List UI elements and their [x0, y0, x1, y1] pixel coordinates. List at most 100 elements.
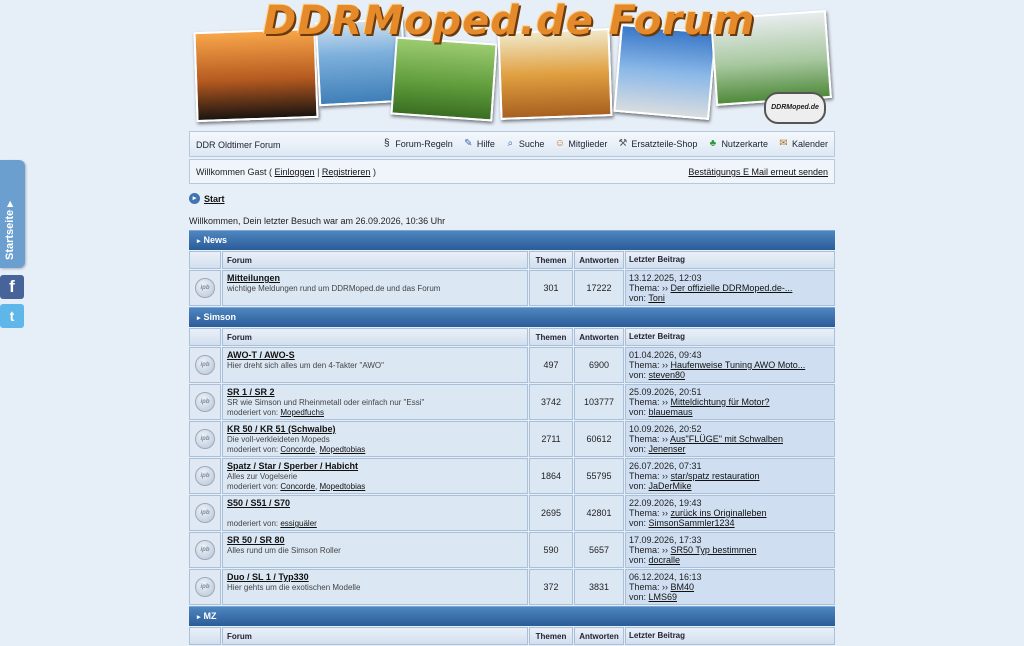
header-replies: Antworten — [574, 251, 624, 269]
forum-name-link[interactable]: S50 / S51 / S70 — [227, 498, 523, 509]
header-replies: Antworten — [574, 627, 624, 645]
category-title[interactable]: News — [204, 235, 228, 245]
nav-hilfe[interactable]: ✎ Hilfe — [463, 138, 495, 149]
site-name[interactable]: DDR Oldtimer Forum — [196, 140, 281, 150]
category-bar-simson[interactable]: ▸ Simson — [189, 307, 835, 327]
nav-ersatzteile-shop[interactable]: ⚒ Ersatzteile-Shop — [617, 138, 697, 149]
last-visit-text: Willkommen, Dein letzter Besuch war am 2… — [189, 216, 446, 226]
last-post-cell: 06.12.2024, 16:13 Thema: ›› BM40 von: LMS6… — [625, 569, 835, 605]
forum-row: ipb KR 50 / KR 51 (Schwalbe) Die voll-verk… — [189, 421, 835, 457]
header-topics: Themen — [529, 627, 573, 645]
last-post-user-link[interactable]: SimsonSammler1234 — [649, 518, 735, 528]
category-title[interactable]: Simson — [204, 312, 237, 322]
nav-label: Kalender — [791, 138, 828, 149]
last-post-cell: 10.09.2026, 20:52 Thema: ›› Aus"FLÜGE" mi… — [625, 421, 835, 457]
forum-row: ipb Mitteilungen wichtige Meldungen rund u… — [189, 270, 835, 306]
banner-logo: DDRMoped.de — [764, 92, 826, 124]
forum-description: Alles rund um die Simson Roller — [227, 546, 341, 555]
last-post-user-link[interactable]: Toni — [648, 293, 665, 303]
last-post-user-link[interactable]: steven80 — [649, 370, 686, 380]
last-post-thread-link[interactable]: zurück ins Originalleben — [671, 508, 767, 518]
moderator-link[interactable]: Mopedtobias — [320, 445, 366, 454]
last-post-user-link[interactable]: JaDerMike — [649, 481, 692, 491]
forum-row: ipb AWO-T / AWO-S Hier dreht sich alles um… — [189, 347, 835, 383]
forum-name-link[interactable]: Spatz / Star / Sperber / Habicht — [227, 461, 523, 472]
last-post-author: von: steven80 — [629, 370, 831, 380]
forum-topic-count: 301 — [529, 270, 573, 306]
last-post-thread: Thema: ›› SR50 Typ bestimmen — [629, 545, 831, 555]
thema-label: Thema: — [629, 508, 663, 518]
forum-topic-count: 1864 — [529, 458, 573, 494]
moderator-link[interactable]: Concorde — [280, 482, 315, 491]
separator: | — [314, 167, 322, 177]
facebook-icon[interactable]: f — [0, 275, 24, 299]
header-topics: Themen — [529, 328, 573, 346]
last-post-user-link[interactable]: blauemaus — [649, 407, 693, 417]
last-post-thread-link[interactable]: SR50 Typ bestimmen — [671, 545, 757, 555]
last-post-thread-link[interactable]: BM40 — [671, 582, 695, 592]
breadcrumb-start[interactable]: Start — [204, 194, 225, 204]
ipb-forum-icon: ipb — [195, 429, 215, 449]
startseite-side-tab[interactable]: Startseite ▸ — [0, 160, 25, 268]
nav-nutzerkarte[interactable]: ♣ Nutzerkarte — [707, 138, 768, 149]
forum-name-link[interactable]: SR 50 / SR 80 — [227, 535, 523, 546]
forum-topic-count: 2695 — [529, 495, 573, 531]
last-post-author: von: Jenenser — [629, 444, 831, 454]
nav-mitglieder[interactable]: ☺ Mitglieder — [554, 138, 608, 149]
resend-confirmation-link[interactable]: Bestätigungs E Mail erneut senden — [688, 167, 828, 177]
twitter-icon[interactable]: t — [0, 304, 24, 328]
forum-topic-count: 590 — [529, 532, 573, 568]
forum-name-link[interactable]: Mitteilungen — [227, 273, 523, 284]
von-label: von: — [629, 293, 649, 303]
last-post-cell: 17.09.2026, 17:33 Thema: ›› SR50 Typ best… — [625, 532, 835, 568]
forum-moderators: moderiert von: Concorde, Mopedtobias — [227, 482, 523, 492]
moderator-link[interactable]: essiguäler — [280, 519, 316, 528]
forum-name-link[interactable]: AWO-T / AWO-S — [227, 350, 523, 361]
last-post-thread-link[interactable]: star/spatz restauration — [671, 471, 760, 481]
goto-arrow-icon: ›› — [662, 434, 671, 444]
last-post-user-link[interactable]: LMS69 — [649, 592, 678, 602]
nav-kalender[interactable]: ✉ Kalender — [778, 138, 828, 149]
header-forum: Forum — [222, 627, 528, 645]
forum-name-link[interactable]: SR 1 / SR 2 — [227, 387, 523, 398]
last-post-user-link[interactable]: Jenenser — [649, 444, 686, 454]
forum-description: SR wie Simson und Rheinmetall oder einfa… — [227, 398, 425, 407]
last-post-cell: 22.09.2026, 19:43 Thema: ›› zurück ins Or… — [625, 495, 835, 531]
last-post-thread-link[interactable]: Der offizielle DDRMoped.de-... — [671, 283, 793, 293]
moderator-link[interactable]: Mopedtobias — [320, 482, 366, 491]
category-title[interactable]: MZ — [204, 611, 217, 621]
forum-row: ipb SR 1 / SR 2 SR wie Simson und Rheinmet… — [189, 384, 835, 420]
nav-forum-regeln[interactable]: § Forum-Regeln — [381, 138, 453, 149]
forum-name-link[interactable]: Duo / SL 1 / Typ330 — [227, 572, 523, 583]
last-post-thread-link[interactable]: Haufenweise Tuning AWO Moto... — [671, 360, 806, 370]
last-post-user-link[interactable]: docralle — [649, 555, 681, 565]
register-link[interactable]: Registrieren — [322, 167, 371, 177]
forum-banner[interactable]: DDRMoped.de Forum DDRMoped.de — [189, 0, 835, 130]
user-bar: Willkommen Gast ( Einloggen | Registrier… — [189, 159, 835, 184]
forum-reply-count: 5657 — [574, 532, 624, 568]
login-link[interactable]: Einloggen — [275, 167, 315, 177]
nav-links: § Forum-Regeln ✎ Hilfe ⌕ Suche ☺ Mitglieder … — [381, 138, 828, 149]
forum-info-cell: SR 1 / SR 2 SR wie Simson und Rheinmetall… — [222, 384, 528, 420]
last-post-thread: Thema: ›› zurück ins Originalleben — [629, 508, 831, 518]
thema-label: Thema: — [629, 397, 663, 407]
moderator-link[interactable]: Mopedfuchs — [280, 408, 324, 417]
members-icon: ☺ — [554, 138, 565, 149]
nav-suche[interactable]: ⌕ Suche — [505, 138, 545, 149]
search-icon: ⌕ — [507, 138, 514, 149]
category-bar-news[interactable]: ▸ News — [189, 230, 835, 250]
last-post-date: 26.07.2026, 07:31 — [629, 461, 702, 471]
forum-topic-count: 3742 — [529, 384, 573, 420]
forum-reply-count: 60612 — [574, 421, 624, 457]
forum-moderators: moderiert von: essiguäler — [227, 519, 523, 529]
last-post-thread-link[interactable]: Mitteldichtung für Motor? — [671, 397, 770, 407]
forum-status-cell: ipb — [189, 458, 221, 494]
table-header: Forum Themen Antworten Letzter Beitrag — [189, 627, 835, 645]
last-post-thread-link[interactable]: Aus"FLÜGE" mit Schwalben — [670, 434, 783, 444]
moderator-link[interactable]: Concorde — [280, 445, 315, 454]
forum-row: ipb Duo / SL 1 / Typ330 Hier gehts um die … — [189, 569, 835, 605]
category-bar-mz[interactable]: ▸ MZ — [189, 606, 835, 626]
table-header: Forum Themen Antworten Letzter Beitrag — [189, 251, 835, 269]
goto-arrow-icon: ›› — [662, 283, 671, 293]
forum-name-link[interactable]: KR 50 / KR 51 (Schwalbe) — [227, 424, 523, 435]
